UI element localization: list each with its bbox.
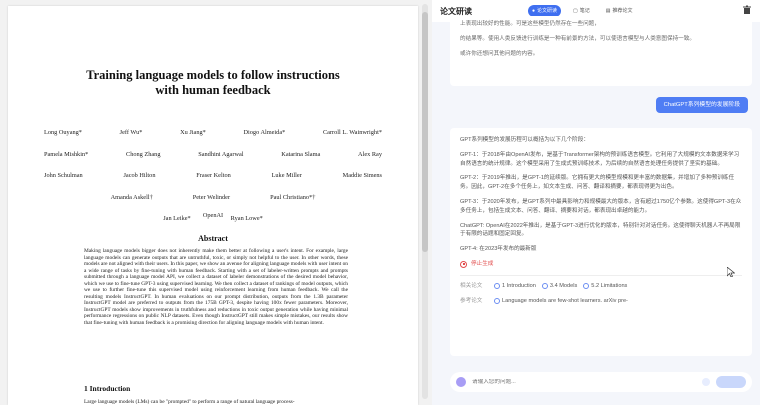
- chat-panel: 论文研读 ● 论文研读 ▢ 笔记 ▤ 推荐论文 上表现出较好的性能。可是这些模型…: [432, 0, 760, 405]
- pdf-viewer[interactable]: Training language models to follow instr…: [0, 0, 432, 405]
- related-item[interactable]: 5.2 Limitations: [583, 282, 627, 291]
- answer-paragraph: GPT系列模型的发展历程可以概括为以下几个阶段：: [460, 137, 589, 143]
- author-name: John Schulman: [44, 172, 83, 180]
- author-name: Long Ouyang*: [44, 129, 82, 137]
- author-name: Alex Ray: [358, 150, 382, 158]
- message-paragraph: 的结果等。使用人类反馈进行训练是一种有前景的方法，可以使语言模型与人类意图保持一…: [460, 36, 695, 42]
- abstract-heading: Abstract: [198, 234, 228, 243]
- reference-label: 参考论文: [460, 297, 483, 304]
- message-paragraph: 或许你还想问其他问题的内容。: [460, 51, 539, 57]
- author-name: Paul Christiano*†: [270, 193, 316, 201]
- answer-paragraph: ChatGPT: OpenAI在2022年推出，是基于GPT-3进行优化的版本，…: [460, 222, 741, 238]
- answer-paragraph: GPT-1：于2018年由OpenAI发布，是基于Transformer架构的预…: [460, 151, 740, 167]
- related-label: 相关论文: [460, 282, 483, 289]
- paper-title: Training language models to follow instr…: [28, 68, 398, 98]
- assistant-answer: GPT系列模型的发展历程可以概括为以下几个阶段： GPT-1：于2018年由Op…: [450, 128, 752, 356]
- author-row: Long Ouyang* Jeff Wu* Xu Jiang* Diogo Al…: [44, 122, 382, 144]
- author-row: Pamela Mishkin* Chong Zhang Sandhini Aga…: [44, 144, 382, 166]
- related-item-label: 3.4 Models: [549, 282, 578, 289]
- section-text: Large language models (LMs) can be "prom…: [84, 399, 295, 405]
- link-icon: [583, 283, 590, 290]
- paper-title-line1: Training language models to follow instr…: [86, 68, 340, 82]
- message-paragraph: 上表现出较好的性能。可是这些模型仍然存在一些问题，: [460, 21, 600, 27]
- author-name: Peter Welinder: [192, 193, 231, 201]
- author-name: Carroll L. Wainwright*: [322, 129, 382, 137]
- stop-generating-button[interactable]: 停止生成: [460, 260, 742, 269]
- pdf-scrollbar[interactable]: [422, 4, 428, 399]
- related-sections: 相关论文 1 Introduction 3.4 Models 5.2 Limit…: [460, 282, 742, 291]
- author-name: Fraser Kelton: [196, 172, 231, 180]
- pdf-scroll-thumb[interactable]: [422, 12, 428, 252]
- related-item-label: 1 Introduction: [502, 282, 536, 289]
- author-name: Luke Miller: [271, 172, 302, 180]
- mic-icon[interactable]: [702, 378, 710, 386]
- author-name: Jacob Hilton: [123, 172, 156, 180]
- paper-title-line2: with human feedback: [155, 83, 271, 97]
- trash-icon[interactable]: [742, 5, 752, 15]
- answer-paragraph: GPT-3：于2020年发布，是GPT系列中最具影响力和规模最大的版本，含有超过…: [460, 198, 742, 214]
- author-name: Sandhini Agarwal: [198, 150, 244, 158]
- user-message: ChatGPT系列模型的发展阶段: [655, 97, 748, 113]
- assistant-avatar-icon: [456, 377, 466, 387]
- paper-icon: [494, 297, 500, 304]
- reference-item[interactable]: Language models are few-shot learners. a…: [494, 297, 628, 306]
- send-button[interactable]: [716, 376, 746, 388]
- abstract-text: Making language models bigger does not i…: [84, 248, 348, 327]
- panel-title: 论文研读: [440, 6, 472, 16]
- related-item[interactable]: 1 Introduction: [494, 282, 536, 291]
- author-name: Amanda Askell†: [110, 193, 153, 201]
- divider: [460, 274, 742, 276]
- reference-item-label: Language models are few-shot learners. a…: [502, 297, 628, 304]
- stop-icon: [460, 260, 467, 268]
- related-item[interactable]: 3.4 Models: [541, 282, 578, 291]
- pdf-page: Training language models to follow instr…: [8, 6, 418, 405]
- link-icon: [541, 283, 548, 290]
- author-name: Maddie Simens: [342, 172, 382, 180]
- app-window: Training language models to follow instr…: [0, 0, 760, 405]
- author-name: Pamela Mishkin*: [44, 150, 89, 158]
- author-row: John Schulman Jacob Hilton Fraser Kelton…: [44, 165, 382, 187]
- affiliation: OpenAI: [202, 212, 224, 219]
- stop-generating-label: 停止生成: [471, 260, 494, 267]
- link-icon: [494, 283, 500, 290]
- chat-input-bar: [450, 372, 752, 392]
- author-name: Katarina Slama: [281, 150, 321, 158]
- answer-paragraph: GPT-2：于2019年推出，是GPT-1的延续版。它拥有更大的模型规模和更丰富…: [460, 175, 735, 191]
- related-item-label: 5.2 Limitations: [591, 282, 628, 289]
- author-row: Amanda Askell† Peter Welinder Paul Chris…: [44, 187, 382, 209]
- answer-paragraph: GPT-4: 在2023年发布的最新版: [460, 246, 537, 253]
- mouse-cursor-icon: [727, 267, 735, 277]
- reference-papers: 参考论文 Language models are few-shot learne…: [460, 297, 742, 306]
- assistant-message: 上表现出较好的性能。可是这些模型仍然存在一些问题， 的结果等。使用人类反馈进行训…: [450, 16, 752, 86]
- chat-input[interactable]: [472, 379, 702, 385]
- author-name: Jeff Wu*: [119, 129, 143, 137]
- author-name: Xu Jiang*: [180, 129, 206, 137]
- author-name: Chong Zhang: [126, 150, 161, 158]
- section-heading: 1 Introduction: [84, 384, 131, 393]
- author-name: Diogo Almeida*: [243, 129, 286, 137]
